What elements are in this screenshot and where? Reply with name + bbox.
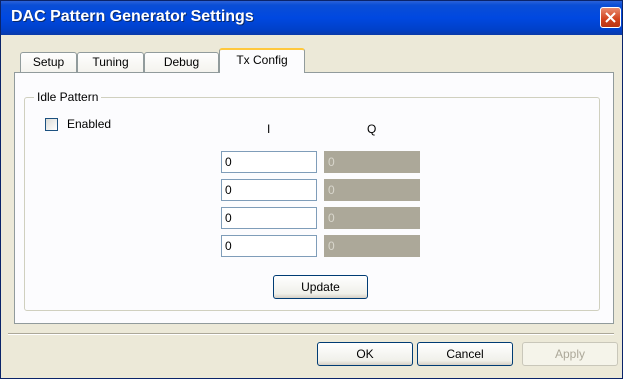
i-field-1[interactable] (221, 151, 317, 173)
q-field-1 (324, 151, 420, 173)
enabled-checkbox[interactable] (45, 118, 58, 131)
i-field-4[interactable] (221, 235, 317, 257)
close-button[interactable] (600, 7, 621, 28)
q-field-3 (324, 207, 420, 229)
idle-pattern-label: Idle Pattern (34, 90, 102, 104)
title-bar[interactable]: DAC Pattern Generator Settings (1, 1, 622, 35)
window-title: DAC Pattern Generator Settings (11, 8, 254, 25)
enabled-label[interactable]: Enabled (67, 117, 111, 131)
i-field-3[interactable] (221, 207, 317, 229)
cancel-button[interactable]: Cancel (417, 342, 513, 366)
ok-button[interactable]: OK (317, 342, 413, 366)
update-button[interactable]: Update (273, 275, 368, 299)
tab-tuning[interactable]: Tuning (77, 52, 144, 72)
q-field-2 (324, 179, 420, 201)
i-field-2[interactable] (221, 179, 317, 201)
footer-separator (8, 333, 614, 335)
tab-setup[interactable]: Setup (20, 52, 77, 72)
tab-tx-config[interactable]: Tx Config (219, 48, 305, 73)
q-column-header: Q (367, 122, 377, 136)
apply-button: Apply (522, 342, 618, 366)
q-field-4 (324, 235, 420, 257)
tab-debug[interactable]: Debug (144, 52, 219, 72)
i-column-header: I (267, 122, 271, 136)
close-icon (605, 12, 616, 23)
